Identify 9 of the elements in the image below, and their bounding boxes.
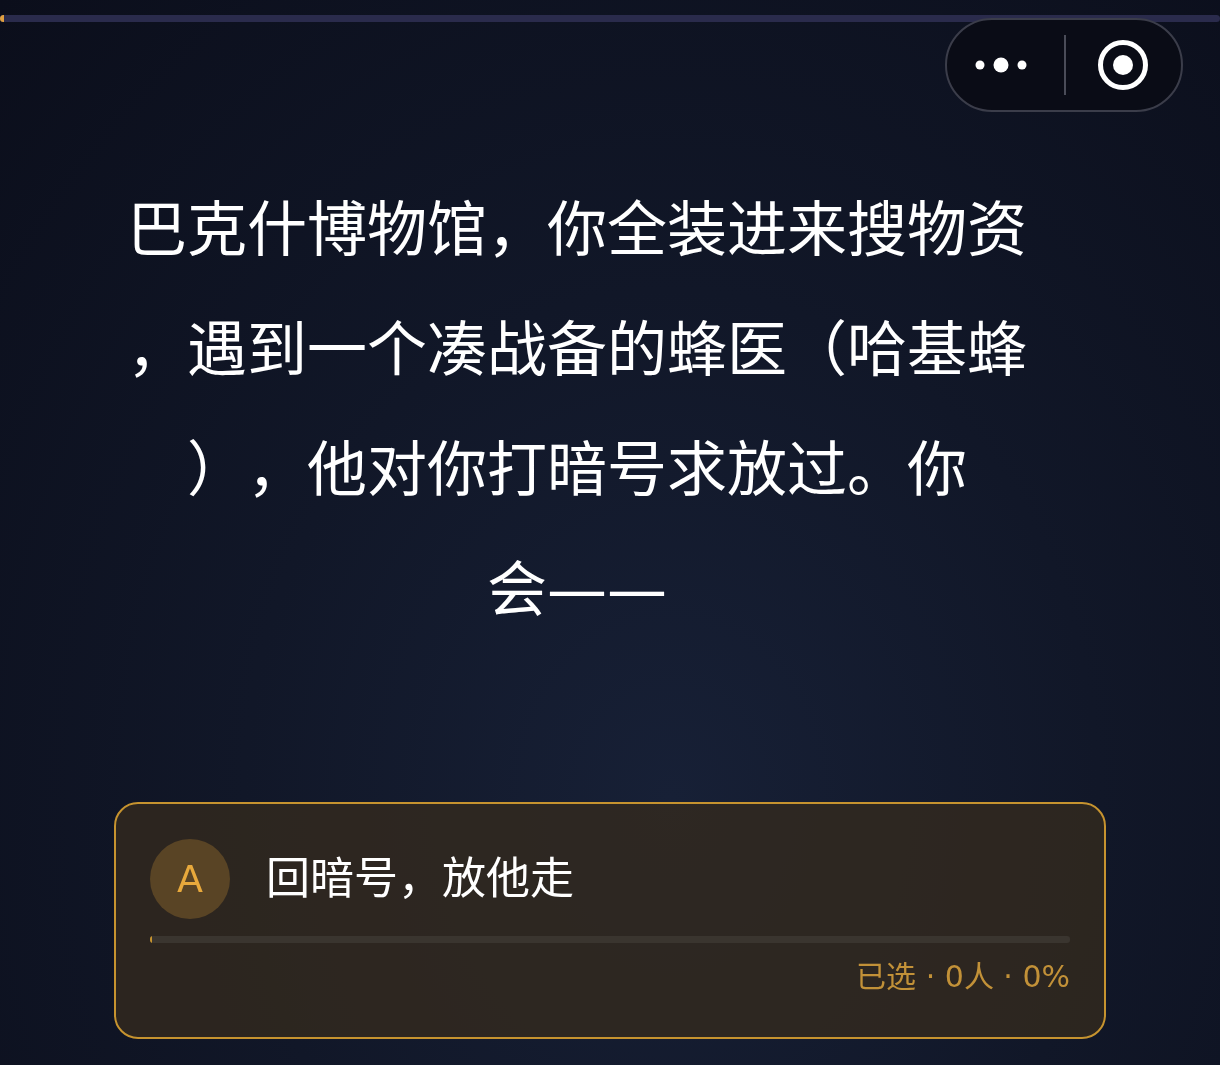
option-card[interactable]: A 回暗号，放他走 已选 · 0人 · 0%: [114, 802, 1106, 1039]
question-text: 巴克什博物馆，你全装进来搜物资，遇到一个凑战备的蜂医（哈基蜂），他对你打暗号求放过。你会——: [126, 194, 1028, 627]
option-letter: A: [150, 839, 230, 919]
circle-dot-icon: [1097, 39, 1149, 91]
more-icon: [975, 57, 1027, 73]
option-text: 回暗号，放他走: [266, 852, 574, 906]
close-button[interactable]: [1097, 39, 1149, 91]
more-button[interactable]: [975, 57, 1027, 73]
vote-stats: 已选 · 0人 · 0%: [856, 959, 1070, 994]
